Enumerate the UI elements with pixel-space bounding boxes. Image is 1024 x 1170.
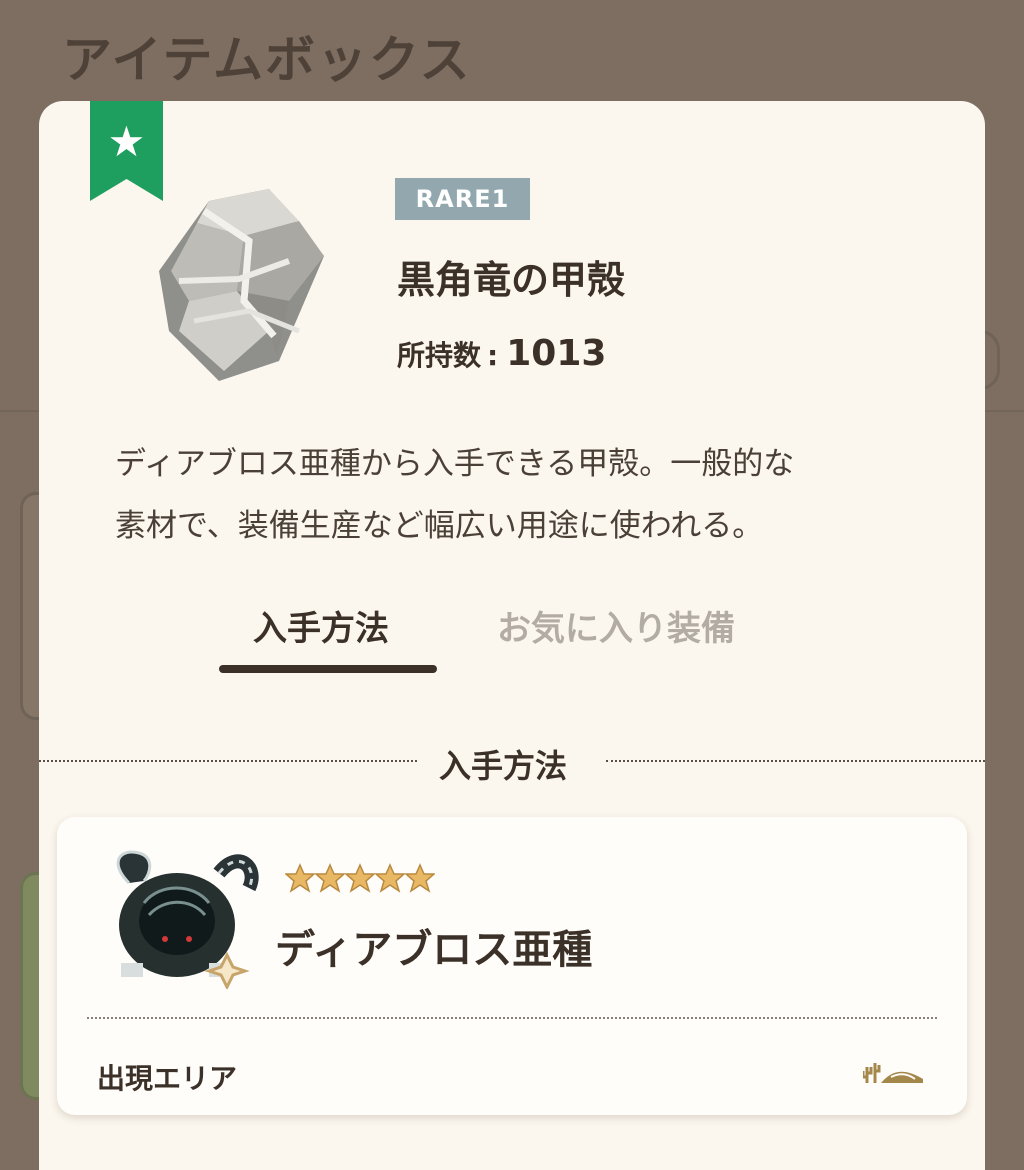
- section-header: 入手方法: [39, 741, 985, 785]
- owned-number: 1013: [506, 333, 607, 374]
- tab-acquisition[interactable]: 入手方法: [253, 601, 389, 650]
- star-icon: [315, 863, 345, 893]
- item-description: ディアブロス亜種から入手できる甲殻。一般的な 素材で、装備生産など幅広い用途に使…: [115, 433, 915, 557]
- acquisition-source-card[interactable]: ディアブロス亜種 出現エリア: [57, 817, 967, 1115]
- star-icon: ★: [107, 117, 146, 166]
- section-divider: [39, 760, 417, 762]
- desert-area-icon: [863, 1063, 923, 1083]
- page-title: アイテムボックス: [62, 31, 472, 89]
- description-line: ディアブロス亜種から入手できる甲殻。一般的な: [115, 446, 795, 482]
- star-icon: [405, 863, 435, 893]
- star-icon: [375, 863, 405, 893]
- owned-separator: :: [487, 339, 499, 372]
- item-detail-modal: ★ RARE1 黒角竜の甲殻 所持数 : 1013 ディアブロス亜種から入手でき…: [39, 101, 985, 1170]
- item-name: 黒角竜の甲殻: [397, 258, 626, 302]
- area-label: 出現エリア: [97, 1062, 238, 1095]
- section-title: 入手方法: [439, 747, 568, 785]
- owned-count: 所持数 : 1013: [397, 333, 606, 374]
- tab-favorite-equipment[interactable]: お気に入り装備: [497, 601, 735, 650]
- active-tab-indicator: [219, 665, 437, 673]
- owned-label: 所持数: [397, 339, 482, 372]
- star-icon: [345, 863, 375, 893]
- tab-bar: 入手方法 お気に入り装備: [39, 601, 985, 681]
- star-rating: [285, 863, 435, 893]
- section-divider: [606, 760, 985, 762]
- carapace-item-icon: [159, 189, 324, 381]
- monster-icon: [116, 850, 259, 989]
- star-icon: [285, 863, 315, 893]
- monster-name: ディアブロス亜種: [275, 927, 593, 973]
- rarity-badge: RARE1: [395, 178, 530, 220]
- description-line: 素材で、装備生産など幅広い用途に使われる。: [115, 508, 764, 544]
- card-divider: [87, 1017, 937, 1019]
